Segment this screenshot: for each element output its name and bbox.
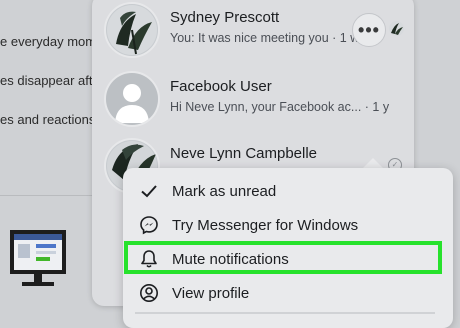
menu-item-label: Try Messenger for Windows: [172, 216, 359, 234]
messenger-icon: [138, 214, 160, 236]
menu-item-view-profile[interactable]: View profile: [123, 276, 453, 310]
menu-item-mark-unread[interactable]: Mark as unread: [123, 174, 453, 208]
feed-divider: [0, 195, 96, 196]
check-icon: [138, 180, 160, 202]
user-circle-icon: [138, 282, 160, 304]
background-feed: e everyday mome es disappear after es an…: [0, 0, 96, 319]
highlight-box: [124, 241, 442, 274]
seen-avatar-icon: [389, 21, 404, 36]
feed-text-line: es and reactions a: [0, 112, 96, 127]
desktop-monitor-icon: [10, 230, 66, 286]
conversation-name: Facebook User: [170, 78, 272, 95]
conversation-name: Neve Lynn Campbelle: [170, 145, 318, 162]
conversation-name: Sydney Prescott: [170, 9, 280, 26]
menu-item-label: Mark as unread: [172, 182, 277, 200]
menu-item-label: View profile: [172, 284, 250, 302]
more-icon: •••: [358, 19, 380, 40]
feed-text-line: es disappear after: [0, 73, 96, 88]
feed-text-line: e everyday mome: [0, 34, 96, 49]
plant-avatar: [104, 2, 160, 58]
default-user-avatar: [104, 71, 160, 127]
more-options-button[interactable]: •••: [352, 13, 386, 47]
conversation-snippet: Hi Neve Lynn, your Facebook ac... · 1 y: [170, 100, 390, 114]
menu-item-try-messenger[interactable]: Try Messenger for Windows: [123, 208, 453, 242]
menu-divider: [135, 312, 435, 314]
conversation-item[interactable]: Facebook User Hi Neve Lynn, your Faceboo…: [104, 71, 404, 131]
conversation-snippet: You: It was nice meeting you · 1 w: [170, 31, 360, 45]
